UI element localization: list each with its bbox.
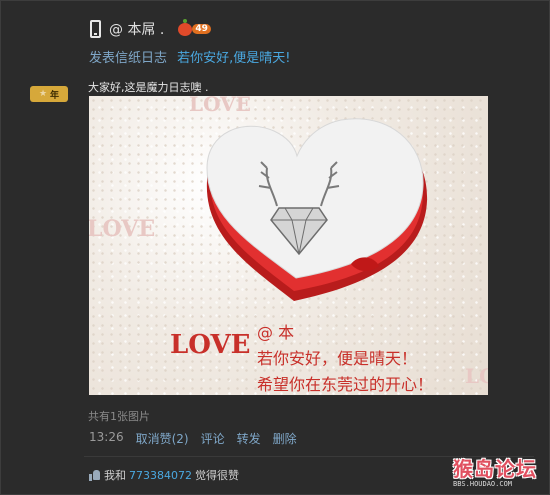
post-subline: 发表信纸日志 若你安好,便是晴天! bbox=[89, 47, 291, 66]
unlike-button[interactable]: 取消赞(2) bbox=[136, 430, 189, 447]
caption-line: 希望你在东莞过的开心！ bbox=[257, 375, 434, 394]
year-badge-label: 年 bbox=[50, 90, 60, 101]
comment-button[interactable]: 评论 bbox=[201, 430, 225, 447]
liker-user-link[interactable]: 773384072 bbox=[129, 469, 192, 482]
post-time: 13:26 bbox=[89, 430, 124, 444]
post-photo[interactable]: LOVE LOVE LOVE LOVE @ 本 若你安好，便是晴天！ 希望你在东… bbox=[89, 96, 488, 395]
site-watermark: 猴岛论坛 BBS.HOUDAO.COM bbox=[453, 453, 545, 488]
post-actions-row: 13:26 取消赞(2) 评论 转发 删除 bbox=[89, 430, 297, 447]
year-badge: ★ 年 bbox=[30, 86, 68, 102]
share-button[interactable]: 转发 bbox=[237, 430, 261, 447]
post-header: @ 本屌 . 49 bbox=[90, 18, 211, 40]
site-logo: 猴岛论坛 bbox=[453, 457, 537, 481]
thumbs-up-icon bbox=[89, 469, 101, 481]
likes-prefix: 我和 bbox=[104, 469, 126, 482]
post-action-label: 发表信纸日志 bbox=[89, 51, 168, 66]
caption-line: @ 本 bbox=[257, 323, 295, 342]
delete-button[interactable]: 删除 bbox=[273, 430, 297, 447]
likes-suffix: 觉得很赞 bbox=[195, 469, 239, 482]
image-count: 共有1张图片 bbox=[88, 410, 150, 423]
level-badge: 49 bbox=[192, 24, 211, 34]
post-body-text: 大家好,这是魔力日志噢 . bbox=[88, 81, 209, 94]
mobile-phone-icon bbox=[90, 20, 101, 38]
love-title: LOVE bbox=[170, 330, 251, 360]
photo-caption: @ 本 若你安好，便是晴天！ 希望你在东莞过的开心！ bbox=[257, 320, 433, 395]
post-title-link[interactable]: 若你安好,便是晴天! bbox=[177, 51, 290, 66]
fruit-icon bbox=[178, 18, 193, 36]
caption-line: 若你安好，便是晴天！ bbox=[257, 349, 418, 368]
star-icon: ★ bbox=[38, 89, 48, 99]
username-link[interactable]: @ 本屌 . bbox=[109, 19, 164, 39]
likes-row: 我和 773384072 觉得很赞 bbox=[89, 467, 239, 483]
